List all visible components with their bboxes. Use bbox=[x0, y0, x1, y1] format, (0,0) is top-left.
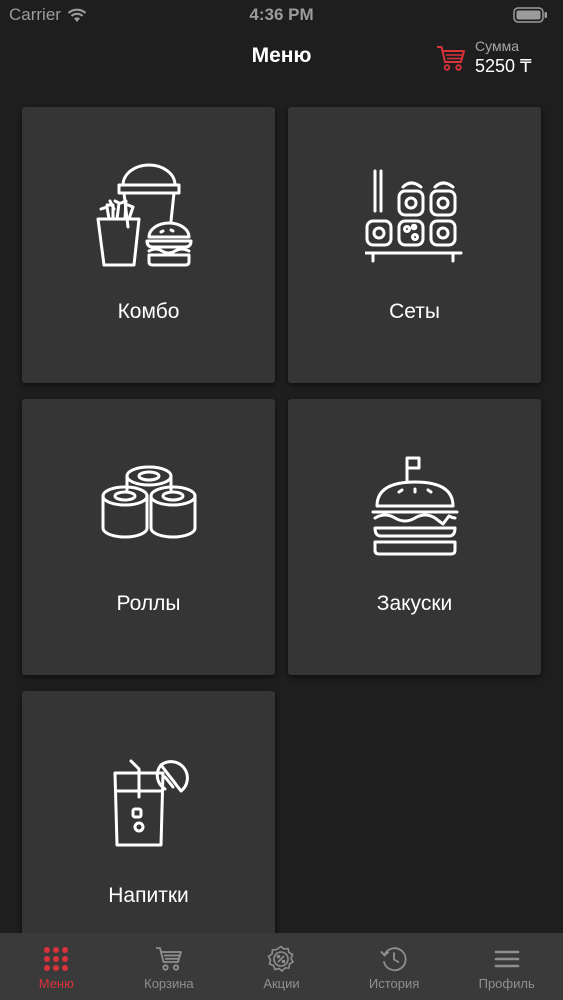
discount-badge-icon bbox=[267, 945, 295, 973]
burger-icon bbox=[371, 456, 458, 556]
category-tile-sets[interactable]: Сеты bbox=[288, 107, 541, 383]
combo-icon bbox=[96, 163, 192, 267]
tab-cart[interactable]: Корзина bbox=[113, 933, 226, 1000]
category-label: Роллы bbox=[116, 592, 181, 615]
rolls-icon bbox=[101, 465, 196, 539]
cart-summary[interactable]: Сумма 5250 ₸ bbox=[436, 38, 532, 77]
menu-screen: Carrier 4:36 PM Меню Сумма 5250 ₸ Комбо … bbox=[0, 0, 563, 1000]
tab-label: Профиль bbox=[478, 976, 535, 991]
tab-history[interactable]: История bbox=[338, 933, 451, 1000]
cart-icon bbox=[437, 46, 465, 71]
category-label: Комбо bbox=[117, 300, 180, 323]
category-label: Напитки bbox=[108, 884, 189, 907]
sushi-set-icon bbox=[364, 169, 462, 263]
hamburger-menu-icon bbox=[494, 950, 519, 968]
category-tile-drinks[interactable]: Напитки bbox=[22, 691, 275, 967]
tab-promotions[interactable]: Акции bbox=[225, 933, 338, 1000]
category-tile-rolls[interactable]: Роллы bbox=[22, 399, 275, 675]
grid-dots-icon bbox=[44, 947, 69, 971]
status-bar: Carrier 4:36 PM bbox=[0, 0, 563, 30]
history-icon bbox=[380, 947, 407, 972]
battery-icon bbox=[513, 7, 547, 23]
category-label: Закуски bbox=[376, 592, 453, 615]
sum-label: Сумма bbox=[475, 38, 519, 54]
sum-value: 5250 ₸ bbox=[475, 56, 532, 76]
tab-menu[interactable]: Меню bbox=[0, 933, 113, 1000]
status-time: 4:36 PM bbox=[249, 5, 314, 24]
tab-label: Акции bbox=[263, 976, 300, 991]
tab-label: История bbox=[368, 976, 420, 991]
tab-profile[interactable]: Профиль bbox=[450, 933, 563, 1000]
cart-icon bbox=[155, 947, 182, 971]
category-tile-snacks[interactable]: Закуски bbox=[288, 399, 541, 675]
tab-label: Корзина bbox=[144, 976, 194, 991]
drink-icon bbox=[113, 759, 189, 847]
tab-bar: Меню Корзина Акции История Профиль bbox=[0, 933, 563, 1000]
category-label: Сеты bbox=[389, 300, 440, 323]
tab-label: Меню bbox=[38, 976, 74, 991]
category-tile-combo[interactable]: Комбо bbox=[22, 107, 275, 383]
sum-block: Сумма 5250 ₸ bbox=[475, 38, 532, 77]
